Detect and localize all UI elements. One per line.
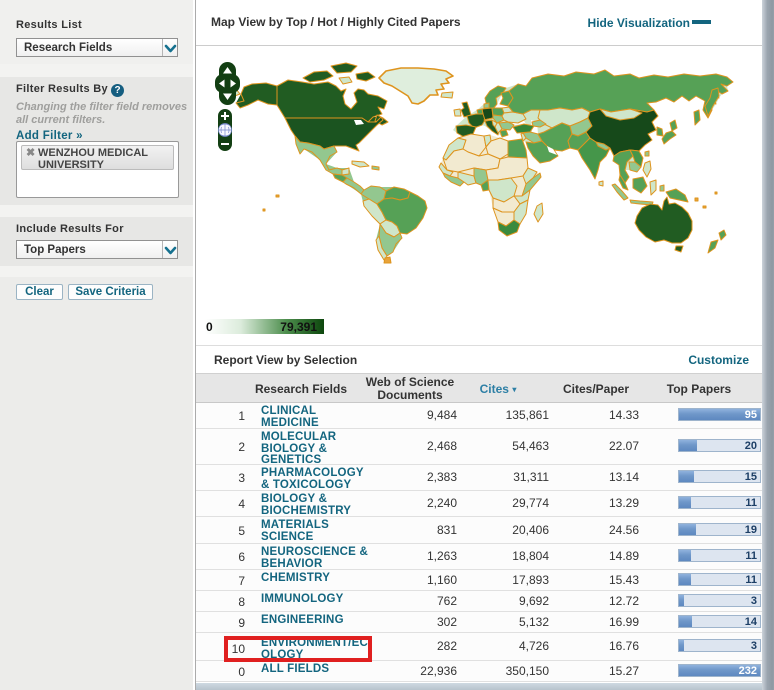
svg-text:0: 0: [206, 320, 213, 334]
svg-text:79,391: 79,391: [280, 320, 317, 334]
